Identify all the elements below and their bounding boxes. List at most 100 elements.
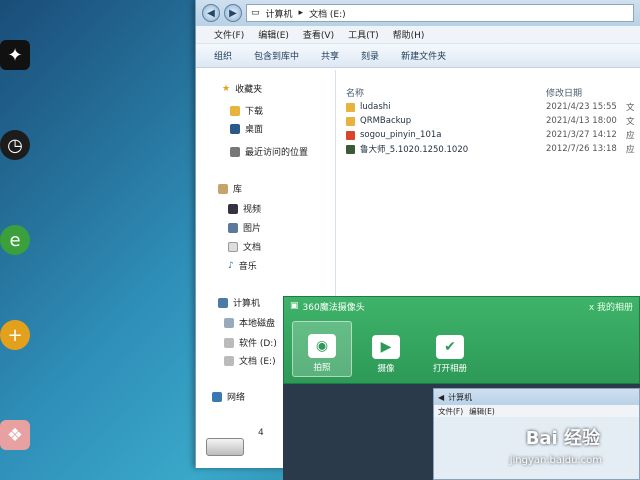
file-name-cell: QRMBackup <box>346 116 546 126</box>
file-date: 2021/4/23 15:55 <box>546 102 617 112</box>
desktop-icon-5[interactable]: ❖ <box>0 420 36 450</box>
preview-address-bar: ◀ 计算机 <box>434 389 639 405</box>
breadcrumb-docs[interactable]: 文档 (E:) <box>309 7 346 20</box>
nav-label: 桌面 <box>245 125 264 135</box>
camera-icon: ▣ <box>290 301 299 311</box>
file-name-cell: sogou_pinyin_101a <box>346 130 546 140</box>
nav-label: 库 <box>233 185 243 195</box>
camera-dialog: ▣ 360魔法摄像头 x 我的相册 ◉ 拍照 ▶ 摄像 ✔ 打开相册 <box>283 296 640 384</box>
folder-check-icon: ✔ <box>436 335 464 359</box>
nav-documents[interactable]: 文档 <box>228 240 261 253</box>
document-icon <box>228 241 238 252</box>
nav-label: 下载 <box>245 107 264 117</box>
breadcrumb-computer[interactable]: 计算机 <box>266 7 293 20</box>
scroll-indicator: 4 <box>258 428 264 438</box>
nav-label: 软件 (D:) <box>239 339 277 349</box>
open-album-label: 打开相册 <box>432 364 467 374</box>
forward-button[interactable]: ▶ <box>224 4 242 22</box>
nav-desktop[interactable]: 桌面 <box>230 122 263 135</box>
nav-label: 网络 <box>227 393 246 403</box>
file-icon <box>346 116 355 126</box>
include-library-button[interactable]: 包含到库中 <box>254 49 299 62</box>
nav-computer[interactable]: 计算机 <box>218 296 260 309</box>
file-icon <box>346 130 355 140</box>
column-name[interactable]: 名称 <box>346 86 546 99</box>
column-header: 名称 修改日期 <box>346 84 640 100</box>
watermark-url: jingyan.baidu.com <box>509 455 602 466</box>
desktop-icon-3[interactable]: e <box>0 225 36 255</box>
network-icon <box>212 391 222 402</box>
nav-pictures[interactable]: 图片 <box>228 221 261 234</box>
preview-menu-file: 文件(F) <box>438 406 464 416</box>
file-name: sogou_pinyin_101a <box>360 130 442 140</box>
nav-label: 本地磁盘 <box>239 319 276 329</box>
nav-videos[interactable]: 视频 <box>228 202 261 215</box>
nav-label: 最近访问的位置 <box>245 148 309 158</box>
nav-library[interactable]: 库 <box>218 182 242 195</box>
file-name-cell: 鲁大师_5.1020.1250.1020 <box>346 143 546 155</box>
nav-downloads[interactable]: 下载 <box>230 104 263 117</box>
picture-icon <box>228 222 238 233</box>
address-bar[interactable]: ▭ 计算机 ▸ 文档 (E:) <box>246 4 634 22</box>
file-name-cell: ludashi <box>346 102 546 112</box>
photo-button[interactable]: ◉ 拍照 <box>292 321 352 377</box>
file-row[interactable]: ludashi 2021/4/23 15:55 文 <box>346 100 640 114</box>
menu-view[interactable]: 查看(V) <box>303 28 334 41</box>
record-button[interactable]: ▶ 摄像 <box>356 321 416 377</box>
file-icon <box>346 102 355 112</box>
toolbar: 组织 包含到库中 共享 刻录 新建文件夹 <box>196 44 640 68</box>
drive-icon <box>224 355 234 366</box>
file-name: ludashi <box>360 102 391 112</box>
file-type: 应 <box>626 145 635 155</box>
file-row[interactable]: QRMBackup 2021/4/13 18:00 文 <box>346 114 640 128</box>
camera-title-bar: ▣ 360魔法摄像头 x 我的相册 <box>284 297 639 315</box>
camera-close-button[interactable]: x 我的相册 <box>589 300 633 313</box>
menu-file[interactable]: 文件(F) <box>214 28 244 41</box>
menu-help[interactable]: 帮助(H) <box>393 28 425 41</box>
library-icon <box>218 183 228 194</box>
new-folder-button[interactable]: 新建文件夹 <box>401 49 446 62</box>
computer-icon <box>218 297 228 308</box>
nav-local-disk[interactable]: 本地磁盘 <box>224 316 275 329</box>
nav-network[interactable]: 网络 <box>212 390 245 403</box>
share-button[interactable]: 共享 <box>321 49 339 62</box>
drive-icon <box>206 438 244 456</box>
camera-title: 360魔法摄像头 <box>302 302 365 313</box>
nav-recent[interactable]: 最近访问的位置 <box>230 145 308 158</box>
menu-tools[interactable]: 工具(T) <box>348 28 379 41</box>
file-icon <box>346 144 355 154</box>
desktop-icon-4[interactable]: + <box>0 320 36 350</box>
back-button[interactable]: ◀ <box>202 4 220 22</box>
burn-button[interactable]: 刻录 <box>361 49 379 62</box>
nav-music[interactable]: ♪ 音乐 <box>228 259 257 273</box>
desktop-icon <box>230 123 240 134</box>
file-type: 应 <box>626 131 635 141</box>
desktop-icon-1[interactable]: ✦ <box>0 40 36 70</box>
file-row[interactable]: 鲁大师_5.1020.1250.1020 2012/7/26 13:18 应 <box>346 142 640 156</box>
nav-label: 音乐 <box>238 262 257 272</box>
address-row: ◀ ▶ ▭ 计算机 ▸ 文档 (E:) <box>196 0 640 26</box>
camera-icon: ◉ <box>308 334 336 358</box>
nav-favorites[interactable]: ★ 收藏夹 <box>222 82 262 96</box>
organize-button[interactable]: 组织 <box>214 49 232 62</box>
clock-icon: ◷ <box>0 130 30 160</box>
menu-edit[interactable]: 编辑(E) <box>258 28 289 41</box>
column-date[interactable]: 修改日期 <box>546 86 582 99</box>
file-name: 鲁大师_5.1020.1250.1020 <box>360 145 469 155</box>
file-type: 文 <box>626 117 635 127</box>
open-album-button[interactable]: ✔ 打开相册 <box>420 321 480 377</box>
nav-drive-d[interactable]: 软件 (D:) <box>224 336 277 349</box>
back-icon: ◀ <box>438 392 445 402</box>
record-label: 摄像 <box>377 364 395 374</box>
file-name: QRMBackup <box>360 116 412 126</box>
video-camera-icon: ▶ <box>372 335 400 359</box>
disk-icon <box>224 317 234 328</box>
photo-label: 拍照 <box>313 363 331 373</box>
file-row[interactable]: sogou_pinyin_101a 2021/3/27 14:12 应 <box>346 128 640 142</box>
preview-menu: 文件(F) 编辑(E) <box>434 405 639 417</box>
nav-drive-e[interactable]: 文档 (E:) <box>224 354 276 367</box>
desktop-icon-2[interactable]: ◷ <box>0 130 36 160</box>
file-date: 2021/3/27 14:12 <box>546 130 617 140</box>
browser-icon: e <box>0 225 30 255</box>
computer-icon: ▭ <box>251 8 260 18</box>
